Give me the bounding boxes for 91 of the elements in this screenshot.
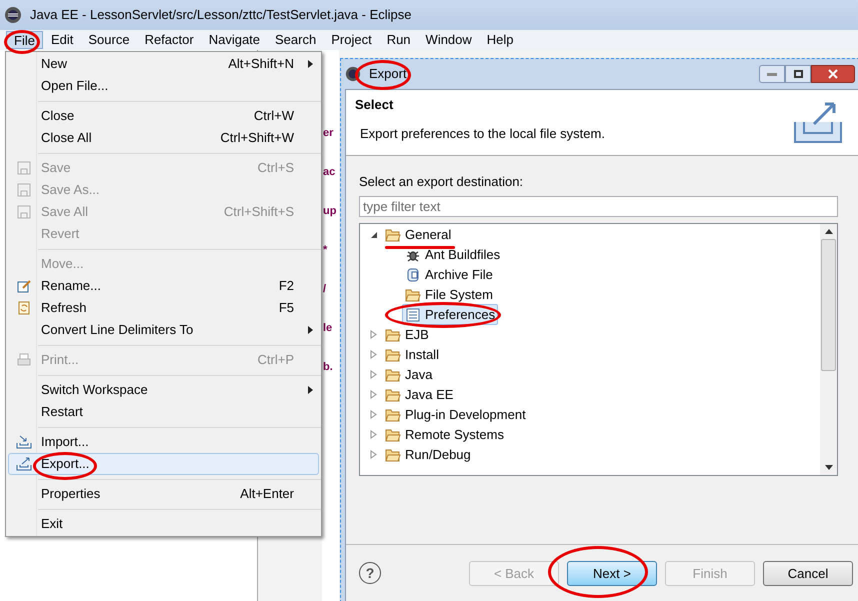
tree-item[interactable]: Java: [382, 364, 436, 386]
scrollbar-thumb[interactable]: [821, 238, 836, 370]
collapsed-arrow-icon[interactable]: [370, 430, 378, 439]
collapsed-arrow-icon[interactable]: [370, 370, 378, 379]
save-icon: [16, 204, 32, 220]
menu-item[interactable]: Window: [418, 31, 479, 49]
filter-field[interactable]: type filter text: [359, 196, 838, 216]
eclipse-icon: [345, 66, 361, 82]
dialog-heading: Select: [355, 96, 394, 114]
dialog-title: Export: [369, 65, 407, 84]
close-button[interactable]: [811, 65, 855, 83]
menu-item[interactable]: Source: [81, 31, 137, 49]
tree-item[interactable]: File System: [402, 284, 496, 306]
menu-entry[interactable]: Exit: [8, 513, 319, 535]
folder-icon: [385, 408, 401, 422]
menu-entry[interactable]: New Alt+Shift+N: [8, 53, 319, 75]
collapsed-arrow-icon[interactable]: [370, 330, 378, 339]
menu-item[interactable]: Search: [268, 31, 324, 49]
collapsed-arrow-icon[interactable]: [370, 450, 378, 459]
folder-icon: [385, 328, 401, 342]
menu-item[interactable]: Edit: [44, 31, 80, 49]
maximize-button[interactable]: [785, 65, 811, 83]
submenu-arrow-icon: [308, 326, 313, 334]
collapsed-arrow-icon[interactable]: [370, 390, 378, 399]
menu-entry[interactable]: Close Ctrl+W: [8, 105, 319, 127]
tree-item[interactable]: Run/Debug: [382, 444, 474, 466]
tree-item[interactable]: Plug-in Development: [382, 404, 529, 426]
submenu-arrow-icon: [308, 386, 313, 394]
help-button[interactable]: ?: [359, 562, 381, 584]
save-icon: [16, 160, 32, 176]
menu-item[interactable]: Help: [480, 31, 521, 49]
folder-icon: [405, 288, 421, 302]
code-fragment: er: [323, 126, 334, 141]
tree-item[interactable]: Remote Systems: [382, 424, 507, 446]
printer-icon: [16, 352, 32, 368]
folder-icon: [385, 428, 401, 442]
dialog-button[interactable]: Cancel: [763, 561, 853, 586]
folder-icon: [385, 448, 401, 462]
refresh-icon: [16, 300, 32, 316]
tree-item[interactable]: General: [382, 224, 454, 246]
menu-entry[interactable]: Import...: [8, 431, 319, 453]
code-fragment: ac: [323, 165, 336, 180]
tree-item[interactable]: Ant Buildfiles: [402, 244, 504, 266]
code-fragment: /: [323, 282, 328, 297]
tree-item[interactable]: Archive File: [402, 264, 496, 286]
list-label: Select an export destination:: [359, 173, 524, 191]
folder-icon: [385, 348, 401, 362]
collapsed-arrow-icon[interactable]: [370, 350, 378, 359]
annotation-underline: [385, 246, 455, 249]
menu-item[interactable]: Project: [324, 31, 379, 49]
annotation-ellipse: [4, 30, 40, 54]
menu-entry[interactable]: Convert Line Delimiters To: [8, 319, 319, 341]
tree-item[interactable]: EJB: [382, 324, 432, 346]
menu-item[interactable]: Navigate: [202, 31, 268, 49]
scroll-up-arrow-icon[interactable]: [824, 228, 832, 234]
menu-item[interactable]: Refactor: [138, 31, 201, 49]
menu-entry[interactable]: Refresh F5: [8, 297, 319, 319]
tree-item[interactable]: Install: [382, 344, 442, 366]
folder-icon: [385, 388, 401, 402]
collapsed-arrow-icon[interactable]: [370, 410, 378, 419]
folder-icon: [385, 228, 401, 242]
menu-entry[interactable]: Restart: [8, 401, 319, 423]
eclipse-icon: [4, 6, 22, 24]
list-icon: [405, 306, 421, 322]
annotation-ellipse: [355, 60, 411, 90]
dialog-button[interactable]: Next >: [567, 561, 657, 586]
folder-icon: [385, 368, 401, 382]
tree-item[interactable]: Java EE: [382, 384, 456, 406]
export-icon: [16, 456, 32, 472]
menu-entry[interactable]: Close All Ctrl+Shift+W: [8, 127, 319, 149]
archive-icon: [405, 266, 421, 282]
window-title: Java EE - LessonServlet/src/Lesson/zttc/TestServlet.java - Eclipse: [30, 6, 412, 24]
close-icon: [828, 69, 838, 79]
pencil-icon: [16, 278, 32, 294]
code-fragment: *: [323, 243, 328, 258]
menu-entry[interactable]: Switch Workspace: [8, 379, 319, 401]
expanded-arrow-icon[interactable]: [370, 230, 378, 238]
code-fragment: up: [323, 204, 338, 219]
menu-entry[interactable]: Export...: [8, 453, 319, 475]
save-icon: [16, 182, 32, 198]
code-fragment: b.: [323, 360, 334, 375]
code-fragment: le: [323, 321, 334, 336]
import-icon: [16, 434, 32, 450]
annotation-ellipse: [33, 452, 97, 480]
menu-item[interactable]: Run: [380, 31, 418, 49]
menu-entry[interactable]: Rename... F2: [8, 275, 319, 297]
submenu-arrow-icon: [308, 60, 313, 68]
menu-entry[interactable]: Open File...: [8, 75, 319, 97]
menu-entry[interactable]: Properties Alt+Enter: [8, 483, 319, 505]
scroll-down-arrow-icon[interactable]: [824, 464, 832, 470]
dialog-description: Export preferences to the local file system.: [359, 124, 606, 143]
